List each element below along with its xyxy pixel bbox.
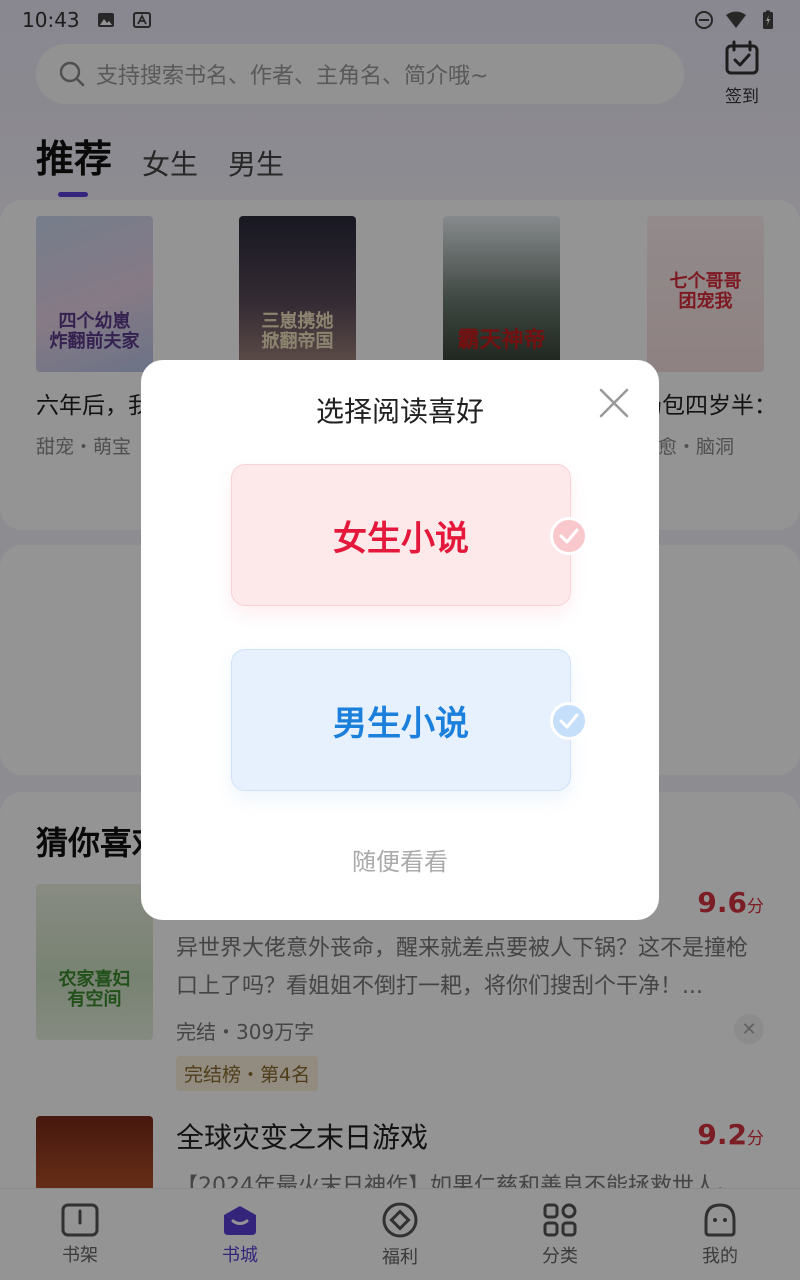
female-option-label: 女生小说 [333,518,469,559]
reading-preference-dialog: 选择阅读喜好 女生小说 男生小说 随便看看 [141,360,659,920]
dialog-title: 选择阅读喜好 [315,395,484,428]
close-icon[interactable] [597,386,631,420]
check-icon [550,517,588,555]
male-option-label: 男生小说 [333,703,469,744]
female-novel-option[interactable]: 女生小说 [231,464,588,606]
skip-link[interactable]: 随便看看 [141,842,659,877]
check-icon [550,702,588,740]
male-novel-option[interactable]: 男生小说 [231,649,588,791]
